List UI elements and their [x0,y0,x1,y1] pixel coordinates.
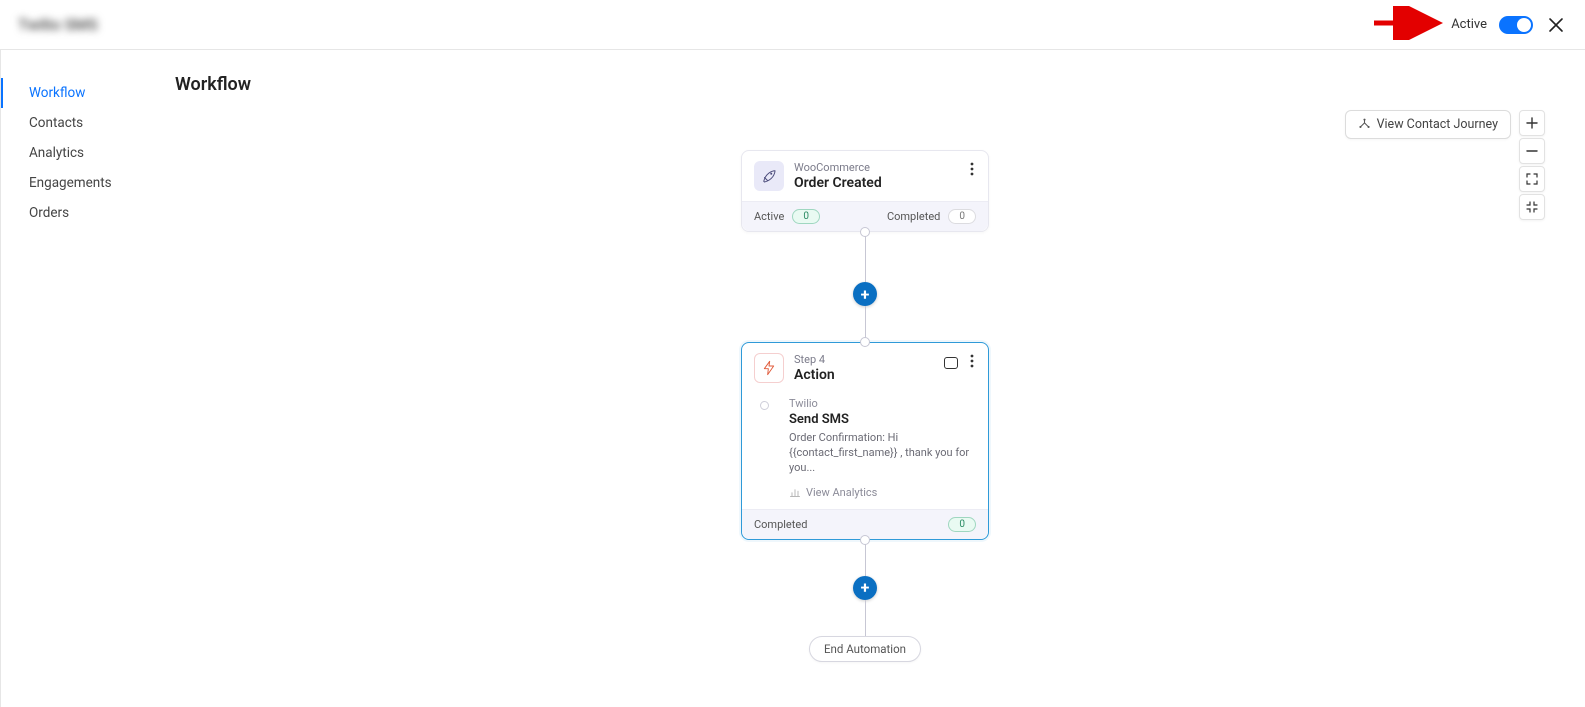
port [860,337,870,347]
sidebar-item-contacts[interactable]: Contacts [15,108,145,138]
action-title: Action [794,367,934,383]
trigger-node[interactable]: WooCommerce Order Created Active 0 Compl… [741,150,989,232]
more-vert-icon [970,354,974,368]
zoom-out-button[interactable] [1519,138,1545,164]
add-step-button[interactable]: + [853,576,877,600]
view-analytics-label: View Analytics [806,486,877,499]
topbar: Twilio SMS Active [0,0,1585,50]
end-automation-badge: End Automation [809,636,921,662]
sidebar-item-orders[interactable]: Orders [15,198,145,228]
rocket-icon [754,161,784,191]
edge [865,600,866,636]
annotation-arrow [1370,6,1450,44]
sidebar-item-engagements[interactable]: Engagements [15,168,145,198]
plus-icon [1526,117,1538,129]
active-stat-label: Active [754,210,784,223]
fullscreen-button[interactable] [1519,194,1545,220]
timeline-dot [760,401,769,410]
close-button[interactable] [1545,14,1567,36]
action-provider: Twilio [789,397,976,410]
action-step-label: Step 4 [794,353,934,366]
more-vert-icon [970,162,974,176]
completed-stat-label: Completed [887,210,940,223]
branch-icon [1358,118,1371,131]
expand-in-icon [1526,201,1538,213]
zoom-in-button[interactable] [1519,110,1545,136]
journey-button-label: View Contact Journey [1377,117,1498,132]
fit-view-button[interactable] [1519,166,1545,192]
action-menu[interactable] [968,353,976,372]
expand-out-icon [1526,173,1538,185]
view-contact-journey-button[interactable]: View Contact Journey [1345,110,1511,139]
action-name: Send SMS [789,412,976,427]
edge [865,540,866,576]
completed-stat-count: 0 [948,209,976,224]
page-title: Workflow [175,74,1565,95]
action-message: Order Confirmation: Hi {{contact_first_n… [789,431,976,476]
active-label: Active [1451,17,1487,32]
page-name: Twilio SMS [18,15,98,34]
sidebar-item-workflow[interactable]: Workflow [1,78,145,108]
action-footer-count: 0 [948,517,976,532]
sidebar-item-analytics[interactable]: Analytics [15,138,145,168]
chart-icon [789,486,801,498]
port [860,535,870,545]
action-footer-label: Completed [754,518,807,531]
canvas: Workflow View Contact Journey [145,50,1585,707]
message-icon[interactable] [944,357,958,369]
view-analytics-link[interactable]: View Analytics [789,486,976,499]
trigger-title: Order Created [794,175,958,191]
sidebar: Workflow Contacts Analytics Engagements … [0,50,145,707]
minus-icon [1526,145,1538,157]
edge [865,232,866,282]
port [860,227,870,237]
trigger-source: WooCommerce [794,161,958,174]
action-node[interactable]: Step 4 Action [741,342,989,540]
trigger-menu[interactable] [968,161,976,180]
active-stat-count: 0 [792,209,820,224]
add-step-button[interactable]: + [853,282,877,306]
active-toggle[interactable] [1499,16,1533,34]
bolt-icon [754,353,784,383]
